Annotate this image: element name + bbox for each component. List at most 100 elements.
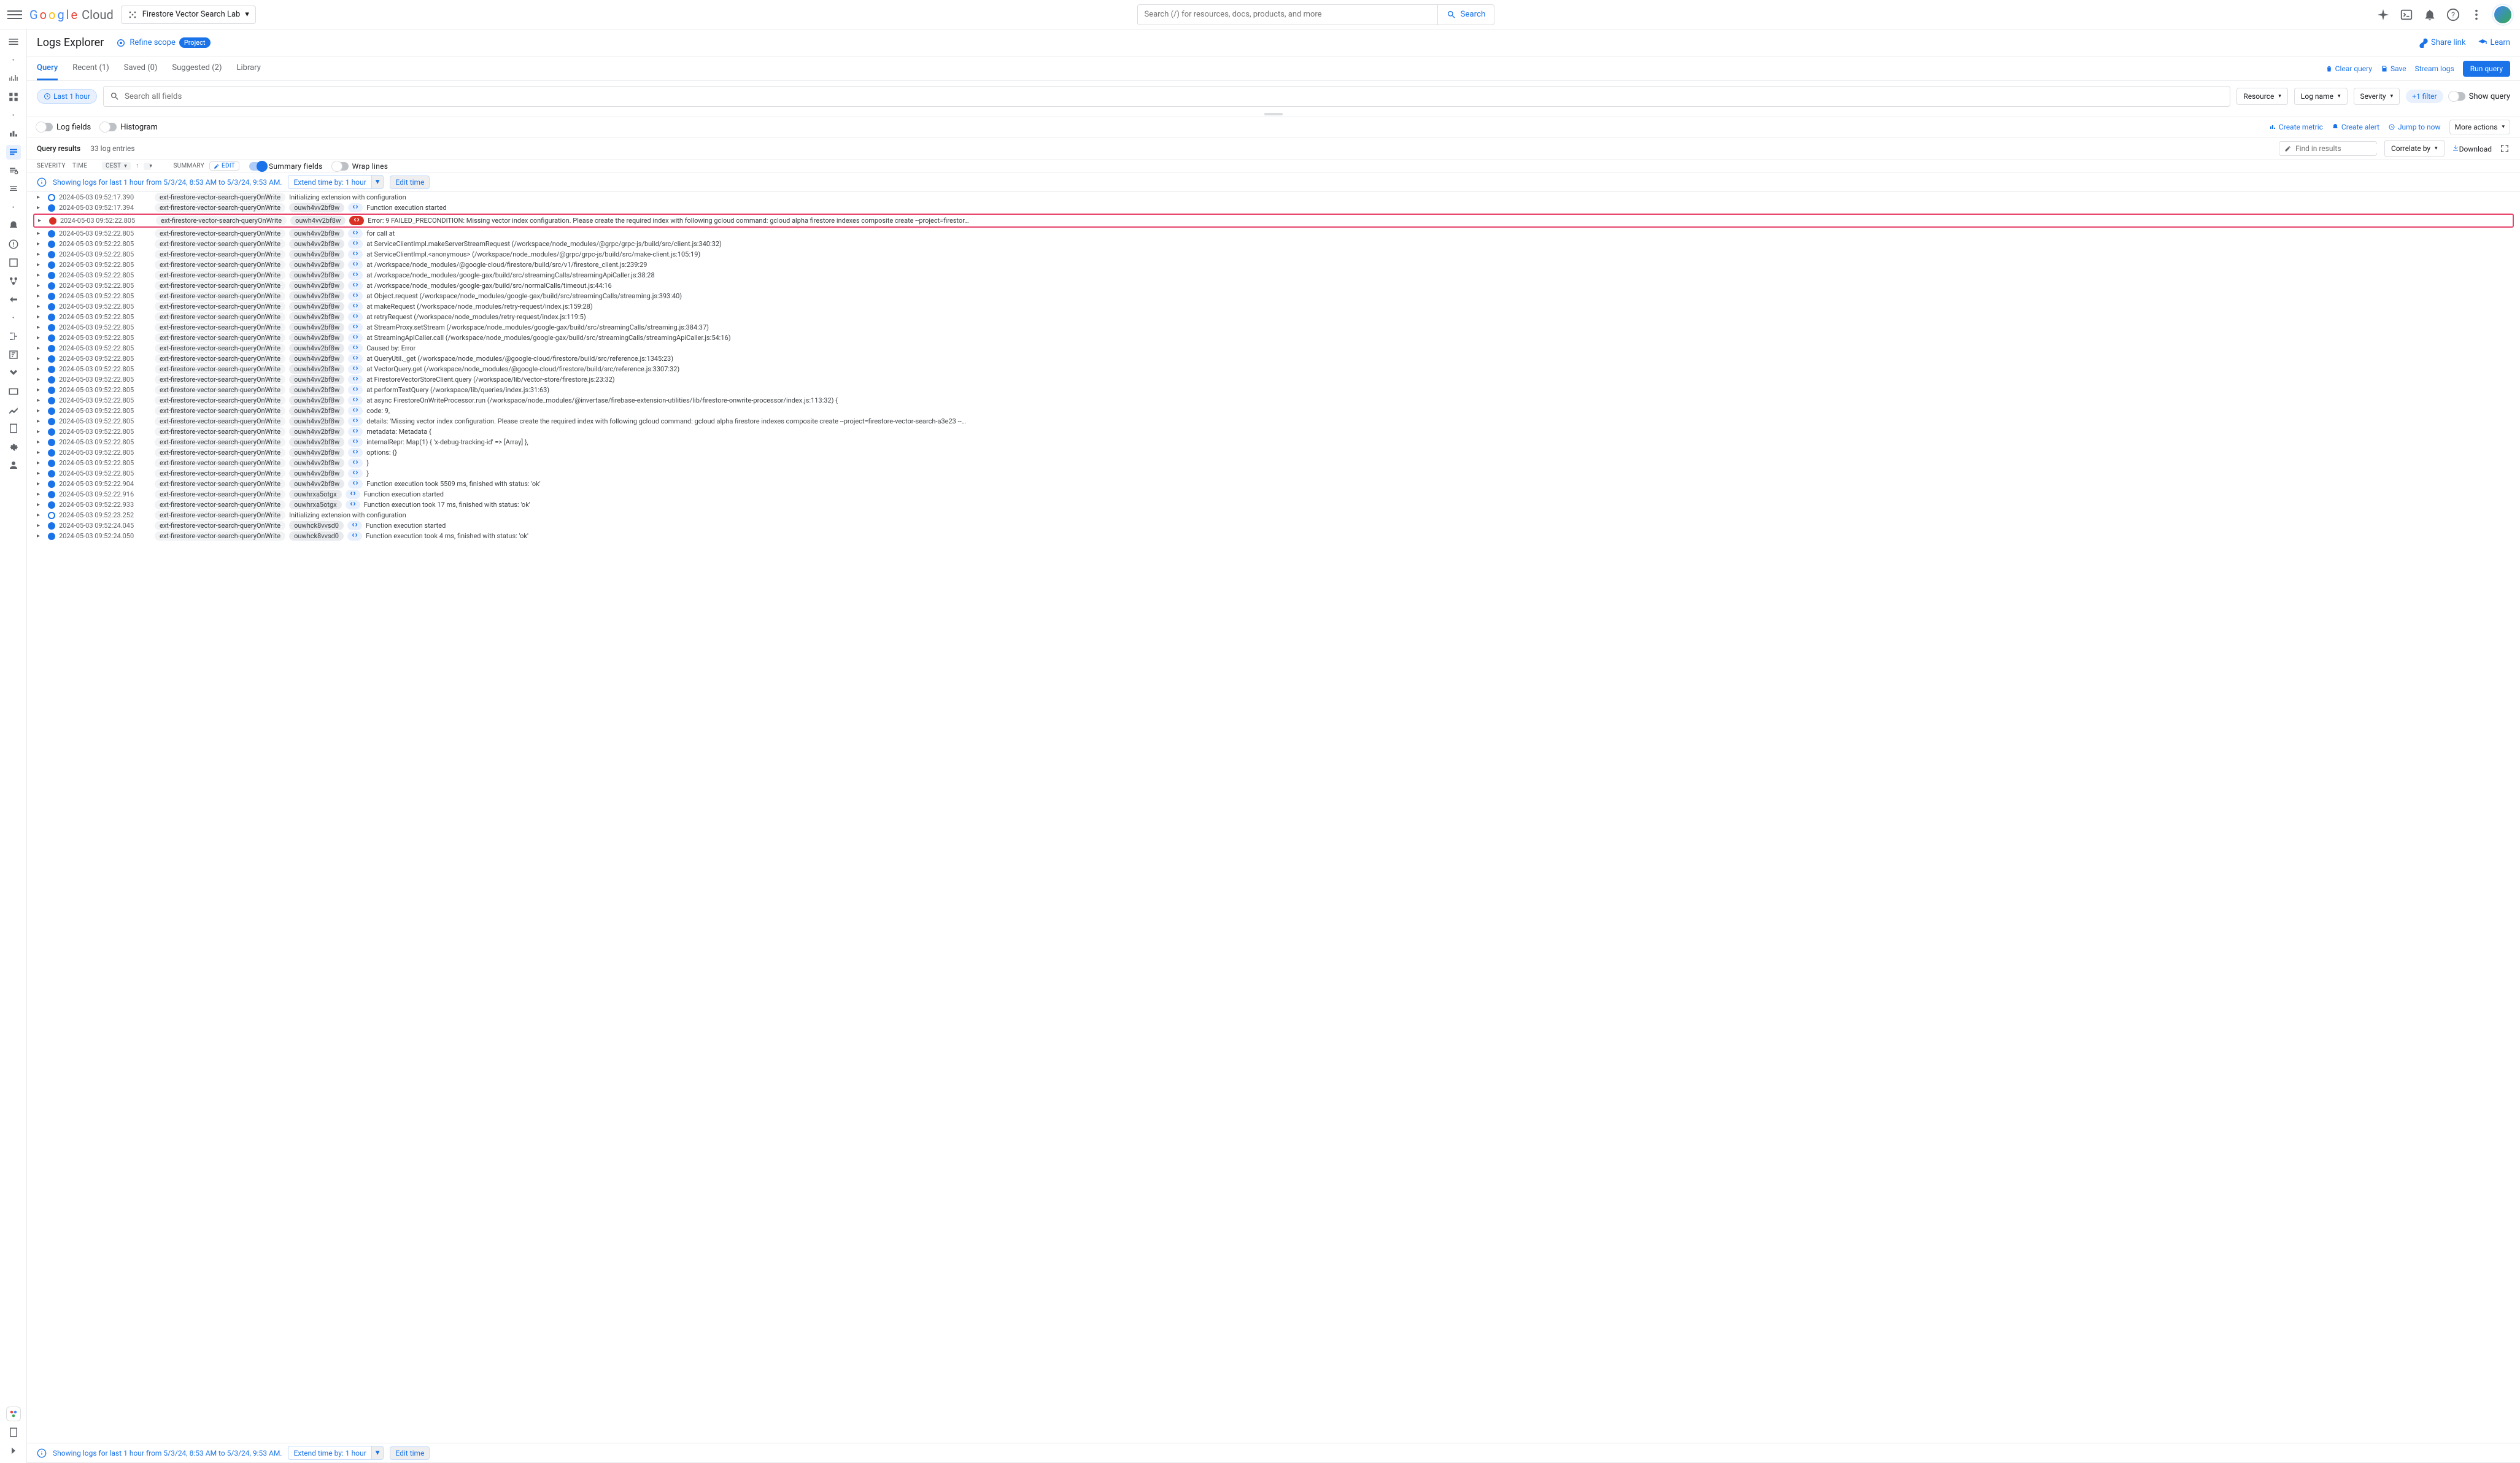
sort-asc-icon[interactable]: ↑ bbox=[136, 163, 139, 169]
execution-id-chip[interactable]: ouwh4vv2bf8w bbox=[289, 344, 344, 353]
rail-uptime-icon[interactable] bbox=[6, 255, 21, 270]
execution-id-chip[interactable]: ouwh4vv2bf8w bbox=[289, 239, 344, 249]
function-name-chip[interactable]: ext-firestore-vector-search-queryOnWrite bbox=[155, 490, 285, 499]
function-name-chip[interactable]: ext-firestore-vector-search-queryOnWrite bbox=[155, 438, 285, 447]
log-entry[interactable]: ▸2024-05-03 09:52:22.805ext-firestore-ve… bbox=[27, 406, 2520, 416]
log-entry[interactable]: ▸2024-05-03 09:52:22.805ext-firestore-ve… bbox=[27, 374, 2520, 385]
execution-id-chip[interactable]: ouwh4vv2bf8w bbox=[289, 385, 344, 395]
execution-id-chip[interactable]: ouwh4vv2bf8w bbox=[289, 396, 344, 405]
expand-chevron-icon[interactable]: ▸ bbox=[37, 481, 44, 487]
time-range-chip[interactable]: Last 1 hour bbox=[37, 89, 97, 104]
gemini-icon[interactable] bbox=[2376, 8, 2390, 21]
log-entry[interactable]: ▸2024-05-03 09:52:22.805ext-firestore-ve… bbox=[27, 385, 2520, 395]
function-name-chip[interactable]: ext-firestore-vector-search-queryOnWrite bbox=[155, 417, 285, 426]
function-name-chip[interactable]: ext-firestore-vector-search-queryOnWrite bbox=[155, 521, 285, 530]
edit-time-button-bottom[interactable]: Edit time bbox=[390, 1446, 430, 1460]
more-actions-button[interactable]: More actions bbox=[2449, 120, 2510, 134]
execution-id-chip[interactable]: ouwh4vv2bf8w bbox=[289, 458, 344, 468]
expand-chevron-icon[interactable]: ▸ bbox=[37, 314, 44, 320]
execution-id-chip[interactable]: ouwh4vv2bf8w bbox=[289, 448, 344, 457]
execution-id-chip[interactable]: ouwh4vv2bf8w bbox=[289, 281, 344, 290]
execution-id-chip[interactable]: ouwh4vv2bf8w bbox=[289, 333, 344, 342]
function-name-chip[interactable]: ext-firestore-vector-search-queryOnWrite bbox=[155, 406, 285, 415]
execution-id-chip[interactable]: ouwhck8vvsd0 bbox=[289, 531, 344, 541]
execution-id-chip[interactable]: ouwh4vv2bf8w bbox=[289, 250, 344, 259]
expand-chevron-icon[interactable]: ▸ bbox=[37, 204, 44, 211]
rail-collapse-icon[interactable] bbox=[6, 1443, 21, 1458]
expand-chevron-icon[interactable]: ▸ bbox=[37, 272, 44, 279]
log-entry[interactable]: ▸2024-05-03 09:52:22.805ext-firestore-ve… bbox=[27, 437, 2520, 447]
log-entry[interactable]: ▸2024-05-03 09:52:22.805ext-firestore-ve… bbox=[27, 468, 2520, 479]
function-name-chip[interactable]: ext-firestore-vector-search-queryOnWrite bbox=[155, 469, 285, 478]
rail-monitoring-icon[interactable] bbox=[6, 71, 21, 86]
expand-icon[interactable] bbox=[2499, 143, 2510, 154]
log-entry[interactable]: ▸2024-05-03 09:52:22.805ext-firestore-ve… bbox=[27, 364, 2520, 374]
expand-chevron-icon[interactable]: ▸ bbox=[37, 324, 44, 331]
execution-id-chip[interactable]: ouwh4vv2bf8w bbox=[289, 291, 344, 301]
log-entry[interactable]: ▸2024-05-03 09:52:22.805ext-firestore-ve… bbox=[27, 228, 2520, 239]
expand-chevron-icon[interactable]: ▸ bbox=[37, 491, 44, 498]
rail-icon[interactable] bbox=[6, 421, 21, 436]
more-icon[interactable] bbox=[2470, 8, 2483, 21]
function-name-chip[interactable]: ext-firestore-vector-search-queryOnWrite bbox=[155, 281, 285, 290]
more-filter-chip[interactable]: +1 filter bbox=[2406, 90, 2443, 103]
function-name-chip[interactable]: ext-firestore-vector-search-queryOnWrite bbox=[155, 479, 285, 488]
logname-filter[interactable]: Log name bbox=[2294, 88, 2348, 105]
rail-logs-icon[interactable] bbox=[6, 145, 21, 160]
expand-chevron-icon[interactable]: ▸ bbox=[37, 355, 44, 362]
log-entry[interactable]: ▸2024-05-03 09:52:22.805ext-firestore-ve… bbox=[27, 239, 2520, 249]
function-name-chip[interactable]: ext-firestore-vector-search-queryOnWrite bbox=[155, 312, 285, 322]
expand-chevron-icon[interactable]: ▸ bbox=[38, 217, 45, 224]
expand-chevron-icon[interactable]: ▸ bbox=[37, 533, 44, 539]
log-entry[interactable]: ▸2024-05-03 09:52:22.805ext-firestore-ve… bbox=[27, 280, 2520, 291]
log-entry[interactable]: ▸2024-05-03 09:52:22.805ext-firestore-ve… bbox=[27, 270, 2520, 280]
function-name-chip[interactable]: ext-firestore-vector-search-queryOnWrite bbox=[155, 291, 285, 301]
function-name-chip[interactable]: ext-firestore-vector-search-queryOnWrite bbox=[155, 385, 285, 395]
log-entry[interactable]: ▸2024-05-03 09:52:22.805ext-firestore-ve… bbox=[27, 301, 2520, 312]
expand-chevron-icon[interactable]: ▸ bbox=[37, 366, 44, 373]
function-name-chip[interactable]: ext-firestore-vector-search-queryOnWrite bbox=[155, 193, 285, 202]
execution-id-chip[interactable]: ouwh4vv2bf8w bbox=[290, 216, 346, 225]
execution-id-chip[interactable]: ouwh4vv2bf8w bbox=[289, 438, 344, 447]
function-name-chip[interactable]: ext-firestore-vector-search-queryOnWrite bbox=[155, 365, 285, 374]
expand-chevron-icon[interactable]: ▸ bbox=[37, 449, 44, 456]
rail-log-analytics-icon[interactable] bbox=[6, 163, 21, 178]
execution-id-chip[interactable]: ouwh4vv2bf8w bbox=[289, 417, 344, 426]
function-name-chip[interactable]: ext-firestore-vector-search-queryOnWrite bbox=[155, 203, 285, 212]
log-entry[interactable]: ▸2024-05-03 09:52:22.805ext-firestore-ve… bbox=[27, 249, 2520, 260]
rail-icon[interactable] bbox=[6, 366, 21, 380]
expand-chevron-icon[interactable]: ▸ bbox=[37, 522, 44, 529]
execution-id-chip[interactable]: ouwhrxa5otgx bbox=[289, 490, 342, 499]
execution-id-chip[interactable]: ouwh4vv2bf8w bbox=[289, 302, 344, 311]
tab-query[interactable]: Query bbox=[37, 57, 58, 80]
function-name-chip[interactable]: ext-firestore-vector-search-queryOnWrite bbox=[155, 250, 285, 259]
rail-release-notes-icon[interactable] bbox=[6, 1425, 21, 1440]
execution-id-chip[interactable]: ouwh4vv2bf8w bbox=[289, 427, 344, 436]
severity-filter[interactable]: Severity bbox=[2354, 88, 2400, 105]
expand-chevron-icon[interactable]: ▸ bbox=[37, 387, 44, 393]
log-entry[interactable]: ▸2024-05-03 09:52:22.805ext-firestore-ve… bbox=[27, 333, 2520, 343]
log-entry[interactable]: ▸2024-05-03 09:52:22.933ext-firestore-ve… bbox=[27, 500, 2520, 510]
global-search-input[interactable] bbox=[1137, 4, 1438, 25]
log-entry[interactable]: ▸2024-05-03 09:52:22.805ext-firestore-ve… bbox=[27, 416, 2520, 427]
summary-fields-toggle[interactable]: Summary fields bbox=[249, 162, 323, 171]
function-name-chip[interactable]: ext-firestore-vector-search-queryOnWrite bbox=[155, 448, 285, 457]
expand-chevron-icon[interactable]: ▸ bbox=[37, 470, 44, 477]
correlate-by-button[interactable]: Correlate by bbox=[2384, 140, 2445, 157]
log-entry[interactable]: ▸2024-05-03 09:52:22.805ext-firestore-ve… bbox=[27, 260, 2520, 270]
edit-time-button[interactable]: Edit time bbox=[390, 176, 430, 189]
execution-id-chip[interactable]: ouwh4vv2bf8w bbox=[289, 479, 344, 488]
tab-saved[interactable]: Saved (0) bbox=[124, 57, 158, 80]
log-entry[interactable]: ▸2024-05-03 09:52:22.805ext-firestore-ve… bbox=[27, 312, 2520, 322]
log-entry[interactable]: ▸2024-05-03 09:52:22.805ext-firestore-ve… bbox=[27, 447, 2520, 458]
nav-menu-button[interactable] bbox=[7, 7, 22, 22]
help-icon[interactable]: ? bbox=[2446, 8, 2460, 21]
time-format-picker[interactable] bbox=[144, 163, 151, 170]
expand-chevron-icon[interactable]: ▸ bbox=[37, 230, 44, 237]
rail-error-icon[interactable] bbox=[6, 237, 21, 252]
rail-slo-icon[interactable] bbox=[6, 274, 21, 288]
expand-chevron-icon[interactable]: ▸ bbox=[37, 261, 44, 268]
expand-chevron-icon[interactable]: ▸ bbox=[37, 282, 44, 289]
execution-id-chip[interactable]: ouwh4vv2bf8w bbox=[289, 203, 344, 212]
log-entry[interactable]: ▸2024-05-03 09:52:22.805ext-firestore-ve… bbox=[27, 353, 2520, 364]
